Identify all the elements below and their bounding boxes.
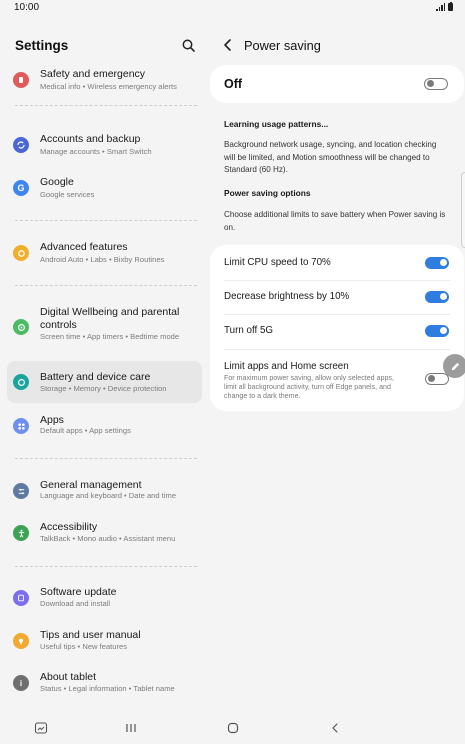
item-subtitle: Android Auto • Labs • Bixby Routines — [40, 255, 165, 264]
screenshot-button[interactable] — [33, 720, 49, 736]
settings-item-general-management[interactable]: General management Language and keyboard… — [7, 477, 202, 519]
settings-item-battery-device-care[interactable]: Battery and device care Storage • Memory… — [7, 361, 202, 403]
back-nav-button[interactable] — [327, 720, 343, 736]
learning-body: Background network usage, syncing, and l… — [224, 140, 437, 174]
divider — [15, 220, 197, 221]
learning-title: Learning usage patterns... — [224, 119, 329, 129]
item-title: Safety and emergency — [40, 68, 146, 80]
option-description: For maximum power saving, allow only sel… — [224, 374, 394, 400]
settings-item-accounts[interactable]: Accounts and backup Manage accounts • Sm… — [7, 131, 202, 173]
status-time: 10:00 — [14, 2, 40, 13]
option-decrease-brightness[interactable]: Decrease brightness by 10% — [210, 280, 464, 314]
settings-item-tips[interactable]: Tips and user manual Useful tips • New f… — [7, 627, 202, 669]
master-switch-label: Off — [224, 77, 243, 91]
item-subtitle: Status • Legal information • Tablet name — [40, 684, 175, 693]
recent-apps-button[interactable] — [123, 720, 139, 736]
home-icon — [227, 722, 239, 734]
limit-cpu-toggle[interactable] — [425, 257, 449, 269]
item-title: Accessibility — [40, 521, 98, 533]
power-saving-pane: Power saving Off Learning usage patterns… — [210, 16, 465, 712]
edge-panel-handle[interactable] — [461, 172, 465, 248]
item-title: Digital Wellbeing and parental controls — [40, 306, 180, 331]
item-title: General management — [40, 479, 142, 491]
item-title: Software update — [40, 586, 117, 598]
search-icon — [182, 39, 195, 52]
power-saving-title: Power saving — [244, 38, 321, 53]
power-saving-master-toggle[interactable] — [424, 78, 448, 90]
item-subtitle: Language and keyboard • Date and time — [40, 491, 177, 500]
divider — [15, 566, 197, 567]
limit-apps-toggle[interactable] — [425, 373, 449, 385]
accessibility-icon — [13, 525, 29, 541]
item-subtitle: Manage accounts • Smart Switch — [40, 147, 152, 156]
item-subtitle: Useful tips • New features — [40, 642, 128, 651]
power-saving-options-card: Limit CPU speed to 70% Decrease brightne… — [210, 245, 464, 411]
bulb-icon — [13, 633, 29, 649]
item-subtitle: Download and install — [40, 599, 111, 608]
item-title: Advanced features — [40, 241, 128, 253]
settings-pane: Settings Safety and emergency Medical in… — [0, 16, 210, 712]
item-subtitle: Medical info • Wireless emergency alerts — [40, 82, 177, 91]
option-label: Decrease brightness by 10% — [224, 291, 350, 302]
settings-item-digital-wellbeing[interactable]: Digital Wellbeing and parental controls … — [7, 304, 202, 352]
turn-off-5g-toggle[interactable] — [425, 325, 449, 337]
divider — [15, 458, 197, 459]
edit-floating-button[interactable] — [443, 354, 465, 378]
device-care-icon — [13, 374, 29, 390]
option-label: Limit CPU speed to 70% — [224, 257, 331, 268]
power-saving-master-card[interactable]: Off — [210, 65, 464, 103]
settings-item-about-tablet[interactable]: i About tablet Status • Legal informatio… — [7, 669, 202, 711]
option-limit-apps[interactable]: Limit apps and Home screen For maximum p… — [210, 349, 464, 409]
back-icon — [332, 723, 338, 733]
settings-item-software-update[interactable]: Software update Download and install — [7, 584, 202, 626]
battery-icon — [448, 1, 453, 11]
back-button[interactable] — [222, 38, 234, 52]
navigation-bar — [0, 712, 465, 744]
wellbeing-icon — [13, 319, 29, 335]
settings-item-advanced-features[interactable]: Advanced features Android Auto • Labs • … — [7, 239, 202, 281]
software-update-icon — [13, 590, 29, 606]
pencil-icon — [451, 362, 459, 370]
divider — [15, 285, 197, 286]
option-limit-cpu[interactable]: Limit CPU speed to 70% — [210, 246, 464, 280]
options-title: Power saving options — [224, 188, 311, 198]
settings-item-google[interactable]: G Google Google services — [7, 174, 202, 216]
chevron-left-icon — [224, 39, 231, 51]
option-label: Turn off 5G — [224, 325, 274, 336]
item-title: Accounts and backup — [40, 133, 141, 145]
status-bar: 10:00 — [0, 0, 465, 16]
star-gear-icon — [13, 245, 29, 261]
home-button[interactable] — [225, 720, 241, 736]
divider — [15, 105, 197, 106]
item-subtitle: Screen time • App timers • Bedtime mode — [40, 332, 180, 341]
google-icon: G — [13, 180, 29, 196]
decrease-brightness-toggle[interactable] — [425, 291, 449, 303]
item-subtitle: TalkBack • Mono audio • Assistant menu — [40, 534, 176, 543]
settings-item-accessibility[interactable]: Accessibility TalkBack • Mono audio • As… — [7, 519, 202, 561]
safety-icon — [13, 72, 29, 88]
item-title: Battery and device care — [40, 371, 151, 383]
search-button[interactable] — [181, 38, 197, 54]
apps-icon — [13, 418, 29, 434]
recents-icon — [126, 724, 136, 732]
option-turn-off-5g[interactable]: Turn off 5G — [210, 314, 464, 348]
item-title: Google — [40, 176, 74, 188]
settings-item-apps[interactable]: Apps Default apps • App settings — [7, 412, 202, 454]
item-subtitle: Default apps • App settings — [40, 426, 131, 435]
sync-icon — [13, 137, 29, 153]
options-body: Choose additional limits to save battery… — [224, 210, 446, 232]
screenshot-icon — [34, 722, 48, 734]
item-subtitle: Storage • Memory • Device protection — [40, 384, 167, 393]
page-title: Settings — [15, 38, 69, 53]
sliders-icon — [13, 483, 29, 499]
settings-item-safety[interactable]: Safety and emergency Medical info • Wire… — [7, 66, 202, 108]
item-title: About tablet — [40, 671, 97, 683]
item-title: Tips and user manual — [40, 629, 141, 641]
option-label: Limit apps and Home screen — [224, 361, 349, 372]
item-subtitle: Google services — [40, 190, 95, 199]
system-icons — [436, 1, 453, 11]
signal-icon — [436, 3, 445, 11]
info-icon: i — [13, 675, 29, 691]
item-title: Apps — [40, 414, 64, 426]
